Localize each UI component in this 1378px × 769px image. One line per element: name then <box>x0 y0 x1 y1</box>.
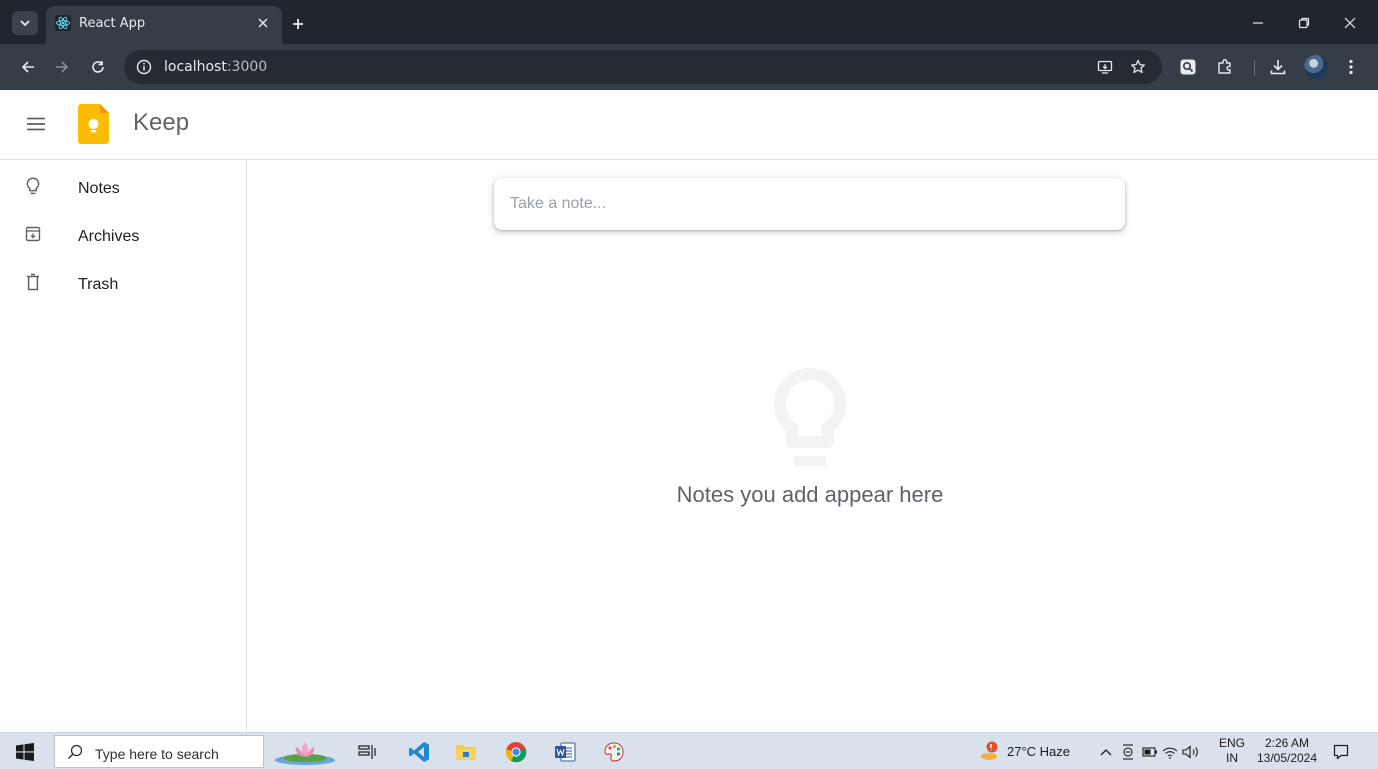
file-explorer-icon[interactable] <box>452 738 480 766</box>
vscode-icon[interactable] <box>405 738 433 766</box>
hamburger-icon <box>27 117 45 131</box>
puzzle-icon <box>1218 59 1231 74</box>
windows-taskbar: Type here to search 27°C Haze ENG IN 2:2… <box>0 732 1378 769</box>
trash-icon <box>24 273 42 291</box>
take-note-input[interactable] <box>494 178 1125 230</box>
window-close-button[interactable] <box>1339 13 1361 33</box>
menu-button[interactable] <box>26 114 46 134</box>
browser-tab-strip: React App <box>0 0 1378 44</box>
plus-icon <box>293 19 303 29</box>
empty-state-message: Notes you add appear here <box>676 482 944 507</box>
chevron-up-icon <box>1100 749 1112 756</box>
task-view-icon[interactable] <box>353 738 381 766</box>
taskbar-search-box[interactable]: Type here to search <box>54 735 264 768</box>
arrow-right-icon <box>56 61 69 73</box>
sidebar: Notes Archives Trash <box>0 160 247 732</box>
battery-icon[interactable] <box>1141 743 1159 761</box>
url-text[interactable]: localhost:3000 <box>164 59 267 75</box>
bookmark-button[interactable] <box>1129 58 1147 76</box>
address-bar[interactable]: localhost:3000 <box>124 50 1162 84</box>
tab-search-button[interactable] <box>12 11 38 35</box>
volume-icon[interactable] <box>1182 743 1200 761</box>
lightbulb-icon <box>24 177 42 195</box>
info-icon[interactable] <box>136 59 152 75</box>
windows-start-icon[interactable] <box>16 743 34 761</box>
extensions-button[interactable] <box>1215 57 1235 77</box>
toolbar-separator <box>1254 60 1255 76</box>
url-port: :3000 <box>226 59 268 75</box>
lotus-widget-icon[interactable] <box>272 738 338 766</box>
restore-button[interactable] <box>1293 13 1315 33</box>
clock[interactable]: 2:26 AM 13/05/2024 <box>1252 736 1322 766</box>
download-icon <box>1270 60 1286 75</box>
notification-icon <box>1333 744 1349 760</box>
lens-extension-button[interactable] <box>1178 57 1198 77</box>
weather-icon[interactable] <box>980 739 1002 763</box>
archive-icon <box>24 225 42 243</box>
profile-avatar[interactable] <box>1304 55 1328 79</box>
react-logo-icon <box>55 15 71 31</box>
restore-icon <box>1298 17 1310 29</box>
empty-lightbulb-icon <box>774 368 846 466</box>
new-tab-button[interactable] <box>288 14 308 34</box>
reload-icon <box>92 61 104 73</box>
close-icon <box>1344 17 1356 29</box>
more-vertical-icon <box>1349 59 1353 75</box>
sidebar-item-notes[interactable]: Notes <box>0 164 246 208</box>
search-icon <box>68 744 83 759</box>
lens-icon <box>1180 59 1196 75</box>
language-code: ENG <box>1218 736 1245 750</box>
clock-time: 2:26 AM <box>1264 736 1310 750</box>
sidebar-item-label: Trash <box>78 276 119 293</box>
star-icon <box>1131 59 1145 74</box>
app-title: Keep <box>133 109 190 136</box>
browser-tab-active[interactable]: React App <box>46 6 282 44</box>
notification-center-button[interactable] <box>1332 743 1350 761</box>
back-button[interactable] <box>18 57 38 77</box>
meet-now-icon[interactable] <box>1119 743 1137 761</box>
keep-logo-icon <box>78 104 109 144</box>
clock-date: 13/05/2024 <box>1256 751 1318 765</box>
sidebar-item-label: Archives <box>78 228 140 245</box>
downloads-button[interactable] <box>1268 57 1288 77</box>
wifi-icon[interactable] <box>1161 743 1179 761</box>
tab-close-button[interactable] <box>254 14 272 32</box>
forward-button[interactable] <box>52 57 72 77</box>
install-icon <box>1097 60 1113 74</box>
tab-title: React App <box>79 16 146 31</box>
minimize-icon <box>1253 22 1263 24</box>
close-icon <box>258 18 268 28</box>
chevron-down-icon <box>20 20 30 27</box>
word-icon[interactable] <box>551 738 579 766</box>
sidebar-item-label: Notes <box>78 180 120 197</box>
browser-menu-button[interactable] <box>1341 57 1361 77</box>
app-header: Keep <box>0 90 1378 160</box>
arrow-left-icon <box>21 61 34 73</box>
weather-text[interactable]: 27°C Haze <box>1007 744 1070 759</box>
language-indicator[interactable]: ENG IN <box>1214 736 1250 766</box>
taskbar-search-placeholder: Type here to search <box>95 746 219 762</box>
url-host: localhost <box>164 59 227 75</box>
show-hidden-icons-button[interactable] <box>1097 743 1115 761</box>
sidebar-item-archives[interactable]: Archives <box>0 212 246 256</box>
paint-icon[interactable] <box>600 738 628 766</box>
language-region: IN <box>1226 751 1238 765</box>
sidebar-item-trash[interactable]: Trash <box>0 260 246 304</box>
install-app-button[interactable] <box>1096 58 1114 76</box>
browser-toolbar: localhost:3000 <box>0 44 1378 90</box>
reload-button[interactable] <box>88 57 108 77</box>
take-note-card <box>494 178 1125 230</box>
chrome-icon[interactable] <box>502 738 530 766</box>
minimize-button[interactable] <box>1247 13 1269 33</box>
